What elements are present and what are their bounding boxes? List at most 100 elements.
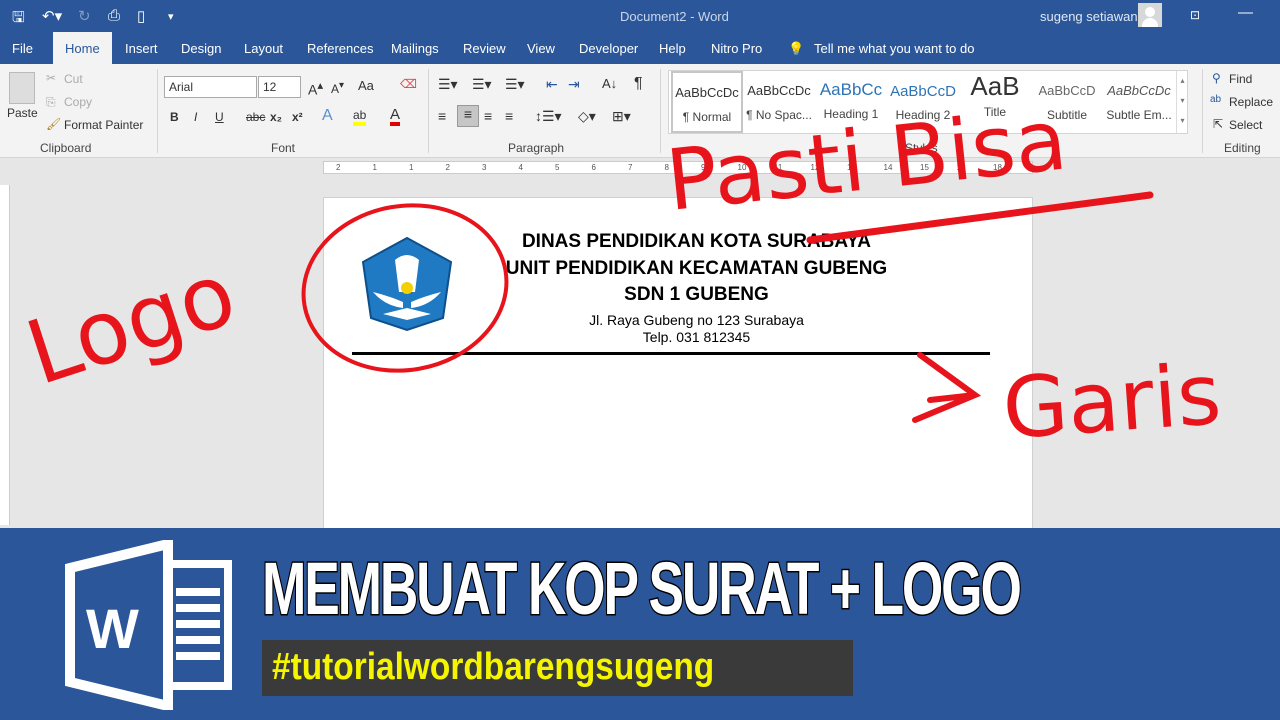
customize-icon[interactable]: ▾ (168, 10, 174, 23)
replace-icon: ab (1210, 94, 1222, 105)
user-name[interactable]: sugeng setiawan (1040, 9, 1138, 24)
replace-button[interactable]: Replace (1229, 95, 1273, 109)
highlight-icon[interactable]: ab (353, 108, 367, 126)
superscript-button[interactable]: x² (292, 110, 303, 124)
tab-insert[interactable]: Insert (125, 41, 158, 56)
title-bar: 🖫 ↶▾ ↻ ⎙ ▯ ▾ Document2 - Word sugeng set… (0, 0, 1280, 32)
select-icon: ⇱ (1213, 117, 1224, 131)
ruler-tick-label: 12 (810, 163, 820, 172)
ribbon-display-icon[interactable]: ⊡ (1190, 8, 1200, 22)
ruler-tick-label: 1 (372, 163, 377, 172)
letterhead-phone: Telp. 031 812345 (642, 329, 751, 345)
save-icon[interactable]: 🖫 (12, 7, 25, 32)
document-page[interactable]: DINAS PENDIDIKAN KOTA SURABAYA UNIT PEND… (323, 197, 1033, 537)
change-case-button[interactable]: Aa (358, 78, 374, 93)
font-size-select[interactable]: 12 (258, 76, 301, 98)
ruler-tick-label: 2 (445, 163, 450, 172)
print-preview-icon[interactable]: ⎙ (108, 7, 120, 24)
ruler-tick-label: 14 (883, 163, 893, 172)
decrease-indent-icon[interactable]: ⇤ (546, 76, 558, 93)
tab-references[interactable]: References (307, 41, 373, 56)
horizontal-ruler[interactable]: 2 1 1 2 3 4 5 6 7 8 9 10 11 12 13 14 15 16 18 (323, 161, 1033, 174)
numbering-icon[interactable]: ☰▾ (472, 76, 492, 93)
tab-layout[interactable]: Layout (244, 41, 283, 56)
shrink-font-icon[interactable]: A▾ (331, 80, 344, 96)
tab-home[interactable]: Home (53, 32, 112, 64)
copy-button[interactable]: Copy (64, 95, 92, 109)
tab-review[interactable]: Review (463, 41, 506, 56)
grow-font-icon[interactable]: A▴ (308, 78, 323, 98)
cut-button[interactable]: Cut (64, 72, 83, 86)
vertical-ruler[interactable] (0, 185, 10, 525)
editing-group-label: Editing (1224, 141, 1261, 155)
format-painter-icon: 🖌 (46, 117, 62, 131)
style-normal[interactable]: AaBbCcDc ¶ Normal (671, 71, 743, 133)
divider (660, 69, 661, 153)
new-document-icon[interactable]: ▯ (137, 7, 145, 25)
letterhead-divider-line (352, 352, 990, 355)
multilevel-list-icon[interactable]: ☰▾ (505, 76, 525, 93)
tab-file[interactable]: File (12, 41, 33, 56)
style-no-spacing[interactable]: AaBbCcDc ¶ No Spac... (743, 71, 815, 133)
undo-icon[interactable]: ↶▾ (42, 7, 62, 25)
ruler-tick-label: 11 (774, 163, 783, 172)
italic-button[interactable]: I (194, 110, 197, 124)
word-logo-letter: W (86, 597, 139, 660)
tab-design[interactable]: Design (181, 41, 221, 56)
align-center-icon[interactable]: ≡ (457, 105, 479, 127)
tut-wuri-handayani-logo (361, 236, 453, 332)
tab-mailings[interactable]: Mailings (391, 41, 439, 56)
thumbnail-banner: W MEMBUAT KOP SURAT + LOGO #tutorialword… (0, 528, 1280, 720)
line-spacing-icon[interactable]: ↕☰▾ (535, 108, 562, 125)
strikethrough-button[interactable]: abc (246, 110, 265, 124)
ruler-tick-label: 10 (737, 163, 747, 172)
ruler-tick-label: 2 (336, 163, 341, 172)
tell-me-search[interactable]: Tell me what you want to do (814, 41, 974, 56)
ribbon: Paste ✂ Cut ⎘ Copy 🖌 Format Painter Clip… (0, 64, 1280, 158)
clipboard-group-label: Clipboard (40, 141, 92, 155)
underline-button[interactable]: U (215, 110, 224, 124)
subscript-button[interactable]: x₂ (270, 110, 282, 124)
redo-icon[interactable]: ↻ (78, 7, 91, 25)
hashtag-text: #tutorialwordbarengsugeng (272, 646, 715, 688)
select-button[interactable]: Select (1229, 118, 1262, 132)
find-button[interactable]: Find (1229, 72, 1252, 86)
avatar[interactable] (1138, 3, 1162, 27)
tab-view[interactable]: View (527, 41, 555, 56)
style-heading-1[interactable]: AaBbCc Heading 1 (815, 71, 887, 133)
style-title[interactable]: AaB Title (959, 71, 1031, 133)
paragraph-group-label: Paragraph (508, 141, 565, 155)
style-heading-2[interactable]: AaBbCcD Heading 2 (887, 71, 959, 133)
sort-icon[interactable]: A↓ (602, 76, 617, 91)
text-effects-icon[interactable]: A (322, 107, 333, 125)
letterhead-line-2: UNIT PENDIDIKAN KECAMATAN GUBENG (505, 258, 888, 279)
styles-scrollbar[interactable]: ▴ ▾ ▾ (1176, 71, 1188, 133)
format-painter-button[interactable]: Format Painter (64, 118, 143, 132)
shading-icon[interactable]: ◇▾ (578, 108, 596, 125)
cut-icon: ✂ (46, 71, 57, 85)
paste-icon[interactable] (9, 72, 35, 104)
ruler-tick-label: 9 (701, 163, 706, 172)
increase-indent-icon[interactable]: ⇥ (568, 76, 580, 93)
borders-icon[interactable]: ⊞▾ (612, 108, 631, 125)
style-subtle-emphasis[interactable]: AaBbCcDc Subtle Em... (1103, 71, 1175, 133)
ruler-tick-label: 16 (956, 163, 966, 172)
font-color-icon[interactable]: A (390, 107, 401, 126)
ruler-tick-label: 6 (591, 163, 596, 172)
clear-formatting-icon[interactable]: ⌫ (400, 77, 417, 91)
tab-nitro-pro[interactable]: Nitro Pro (711, 41, 762, 56)
font-name-select[interactable]: Arial (164, 76, 257, 98)
style-subtitle[interactable]: AaBbCcD Subtitle (1031, 71, 1103, 133)
tab-help[interactable]: Help (659, 41, 686, 56)
bold-button[interactable]: B (170, 110, 179, 124)
align-right-icon[interactable]: ≡ (484, 108, 492, 124)
tab-developer[interactable]: Developer (579, 41, 638, 56)
show-formatting-button[interactable]: ¶ (634, 75, 643, 93)
bullets-icon[interactable]: ☰▾ (438, 76, 458, 93)
minimize-icon[interactable]: — (1238, 4, 1253, 21)
paste-button[interactable]: Paste (7, 106, 38, 120)
align-left-icon[interactable]: ≡ (438, 108, 446, 124)
justify-icon[interactable]: ≡ (505, 108, 513, 124)
copy-icon: ⎘ (46, 95, 56, 109)
ribbon-tabs: File Home Insert Design Layout Reference… (0, 32, 1280, 64)
